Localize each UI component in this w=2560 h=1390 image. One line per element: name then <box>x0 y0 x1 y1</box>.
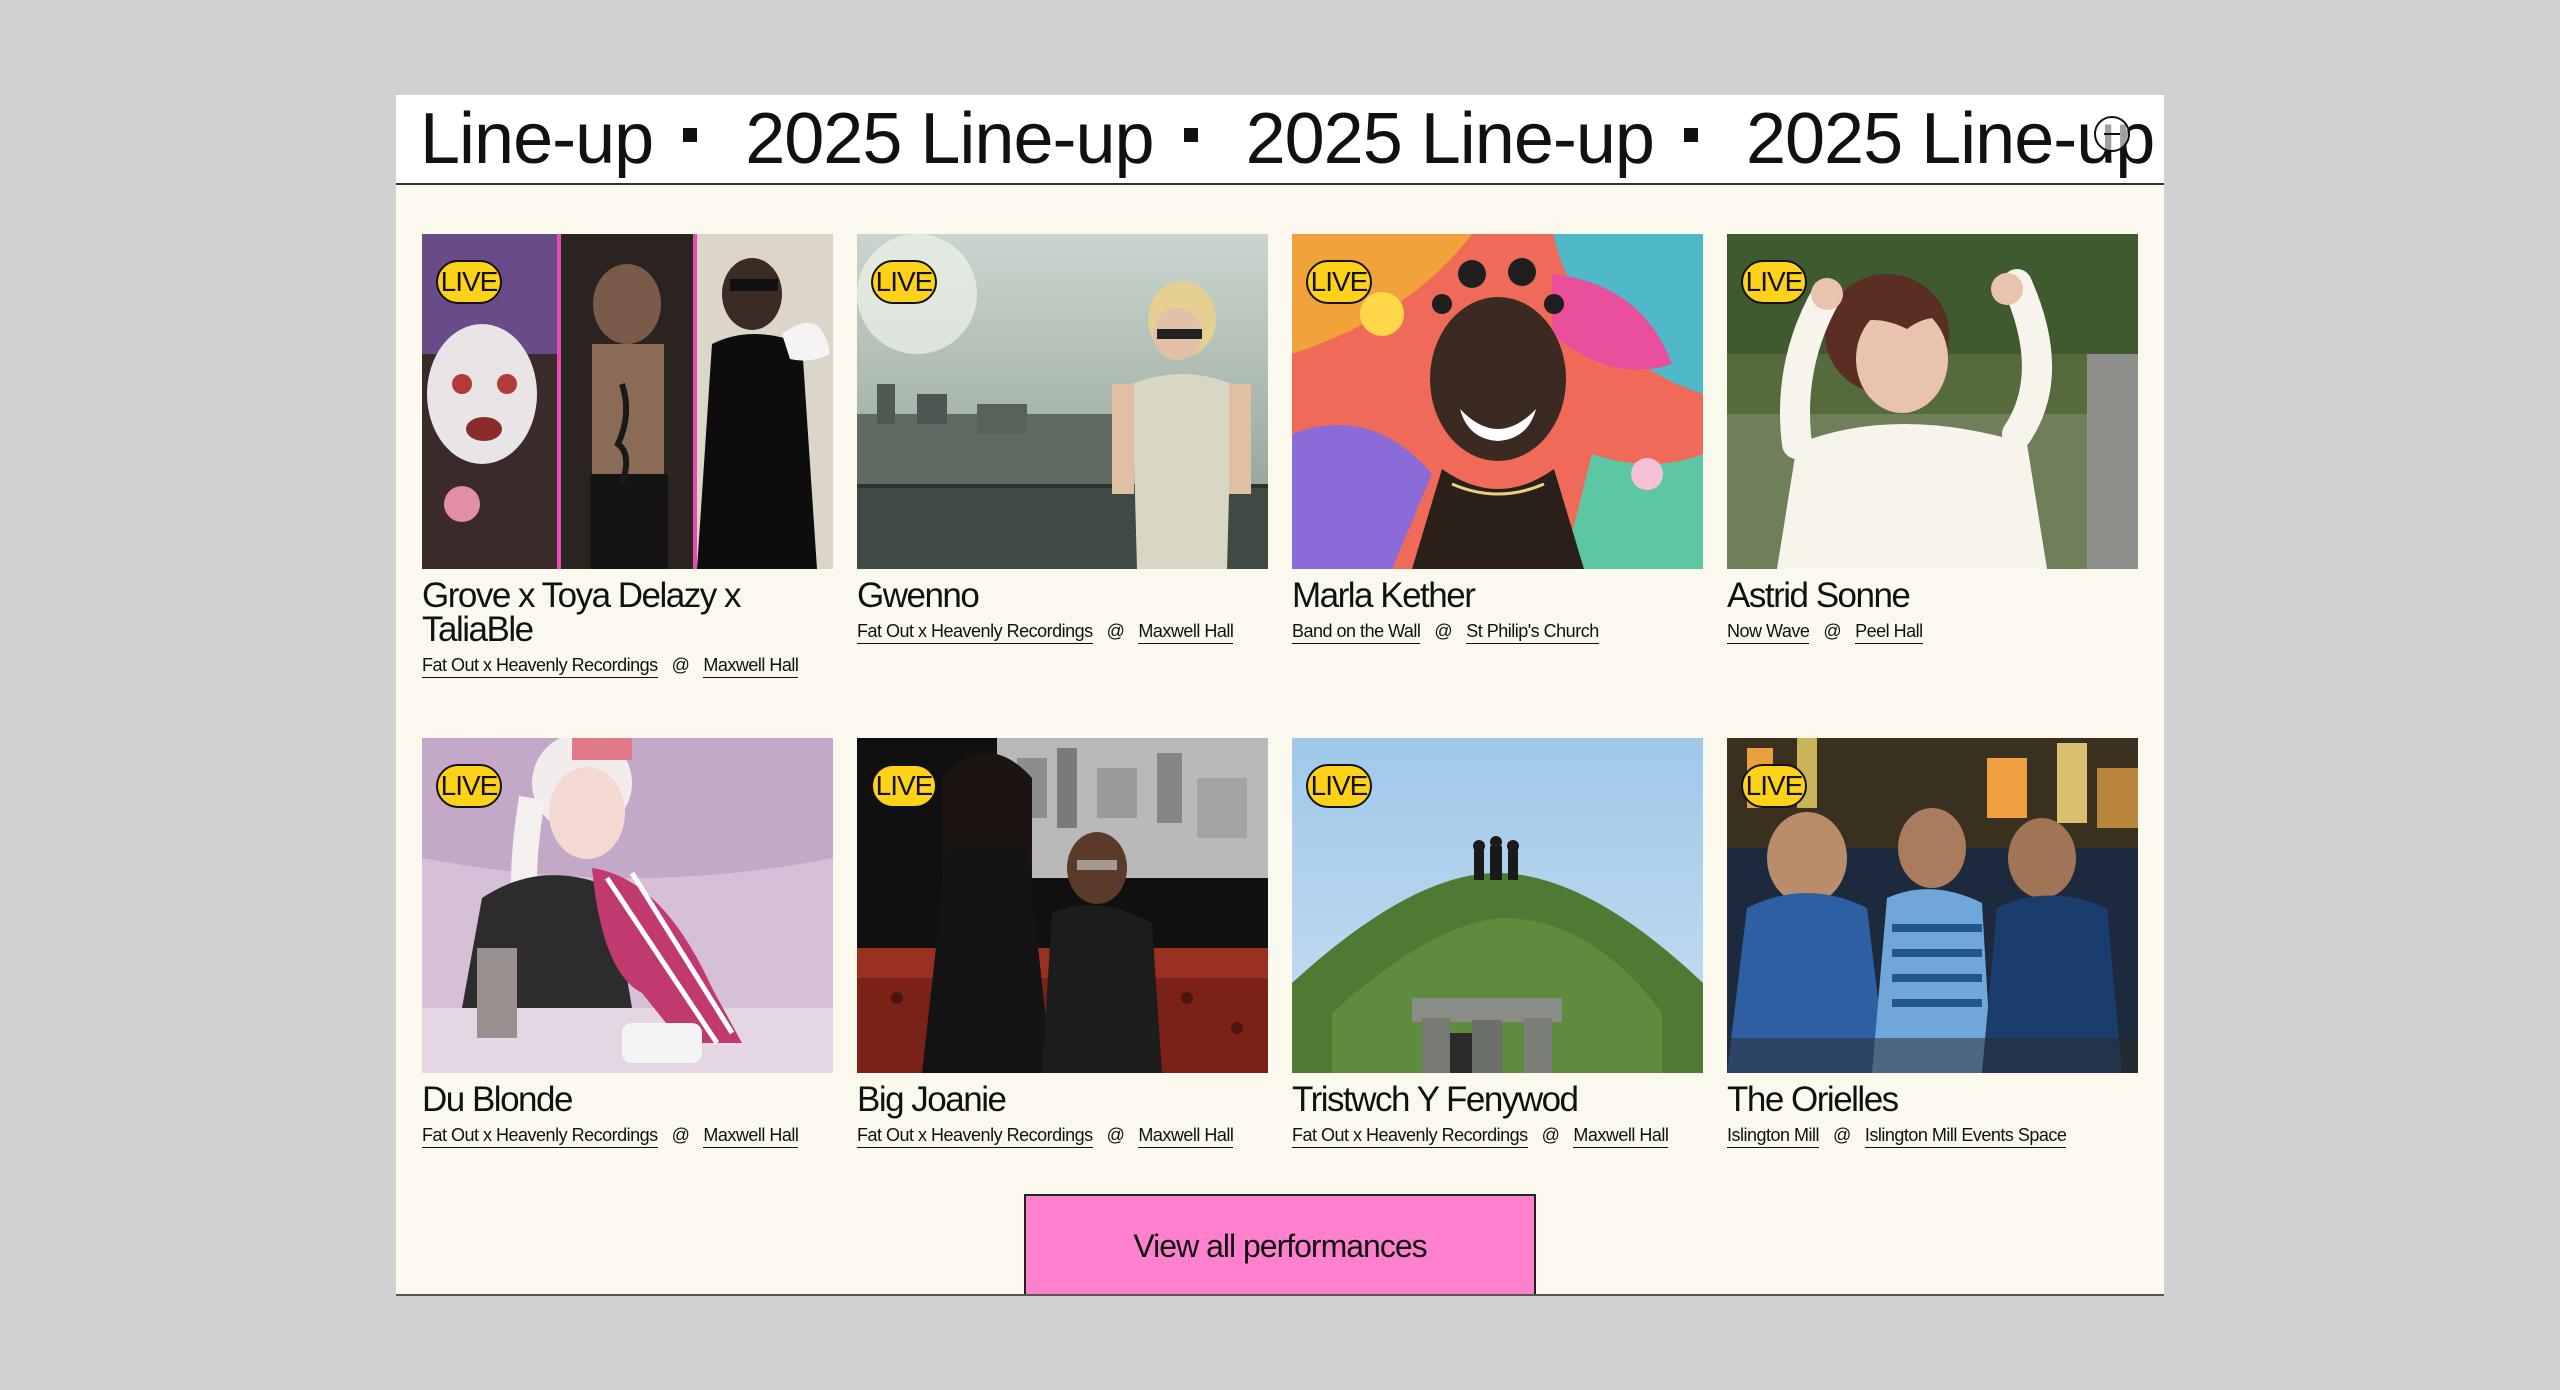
at-separator: @ <box>671 655 690 675</box>
performance-meta: Islington Mill @ Islington Mill Events Spa… <box>1727 1125 2138 1148</box>
artist-name[interactable]: Gwenno <box>857 578 1268 613</box>
artist-name[interactable]: The Orielles <box>1727 1082 2138 1117</box>
venue-link[interactable]: Maxwell Hall <box>703 655 799 678</box>
artist-name[interactable]: Big Joanie <box>857 1082 1268 1117</box>
minus-circle-icon[interactable] <box>2094 116 2130 152</box>
venue-link[interactable]: St Philip's Church <box>1466 621 1599 644</box>
artist-name[interactable]: Du Blonde <box>422 1082 833 1117</box>
promoter-link[interactable]: Islington Mill <box>1727 1125 1820 1148</box>
at-separator: @ <box>1106 621 1125 641</box>
performance-card[interactable]: LIVE Gwenno Fat Out x Heavenly Recording… <box>857 234 1268 644</box>
artist-photo[interactable]: LIVE <box>422 234 833 569</box>
performance-meta: Fat Out x Heavenly Recordings @ Maxwell Ha… <box>422 655 833 678</box>
performance-card[interactable]: LIVE Astrid Sonne Now Wave @ Peel Hall <box>1727 234 2138 644</box>
live-badge: LIVE <box>871 764 937 808</box>
at-separator: @ <box>1541 1125 1560 1145</box>
artist-name[interactable]: Astrid Sonne <box>1727 578 2138 613</box>
performance-card[interactable]: LIVE Big Joanie Fat Out x Heavenly Recor… <box>857 738 1268 1148</box>
live-badge: LIVE <box>436 764 502 808</box>
ticker-text: Line-up <box>420 99 654 179</box>
promoter-link[interactable]: Band on the Wall <box>1292 621 1421 644</box>
performance-card[interactable]: LIVE Tristwch Y Fenywod Fat Out x Heaven… <box>1292 738 1703 1148</box>
artist-name[interactable]: Grove x Toya Delazy x TaliaBle <box>422 578 833 647</box>
at-separator: @ <box>671 1125 690 1145</box>
performance-meta: Now Wave @ Peel Hall <box>1727 621 2138 644</box>
venue-link[interactable]: Maxwell Hall <box>703 1125 799 1148</box>
artist-photo[interactable]: LIVE <box>1292 234 1703 569</box>
live-badge: LIVE <box>436 260 502 304</box>
promoter-link[interactable]: Fat Out x Heavenly Recordings <box>422 655 658 678</box>
artist-photo[interactable]: LIVE <box>857 234 1268 569</box>
performance-meta: Fat Out x Heavenly Recordings @ Maxwell Ha… <box>422 1125 833 1148</box>
performance-card[interactable]: LIVE Du Blonde Fat Out x Heavenly Record… <box>422 738 833 1148</box>
square-bullet-icon <box>1683 128 1698 142</box>
at-separator: @ <box>1833 1125 1851 1145</box>
performance-meta: Fat Out x Heavenly Recordings @ Maxwell Ha… <box>857 1125 1268 1148</box>
view-all-performances-button[interactable]: View all performances <box>1024 1194 1536 1294</box>
artist-photo[interactable]: LIVE <box>422 738 833 1073</box>
lineup-ticker: Line-up 2025 Line-up 2025 Line-up 2025 L… <box>396 95 2164 185</box>
live-badge: LIVE <box>871 260 937 304</box>
promoter-link[interactable]: Now Wave <box>1727 621 1810 644</box>
artist-photo[interactable]: LIVE <box>1727 234 2138 569</box>
performance-meta: Fat Out x Heavenly Recordings @ Maxwell Ha… <box>1292 1125 1703 1148</box>
at-separator: @ <box>1434 621 1453 641</box>
live-badge: LIVE <box>1306 260 1372 304</box>
performance-meta: Band on the Wall @ St Philip's Church <box>1292 621 1703 644</box>
promoter-link[interactable]: Fat Out x Heavenly Recordings <box>422 1125 658 1148</box>
ticker-text: 2025 Line-up <box>1245 99 1655 179</box>
artist-name[interactable]: Marla Kether <box>1292 578 1703 613</box>
promoter-link[interactable]: Fat Out x Heavenly Recordings <box>857 621 1093 644</box>
lineup-panel: Line-up 2025 Line-up 2025 Line-up 2025 L… <box>396 95 2164 1296</box>
ticker-text: 2025 Line-up <box>745 99 1154 179</box>
performance-card[interactable]: LIVE The Orielles Islington Mill @ Islingt… <box>1727 738 2138 1148</box>
performance-meta: Fat Out x Heavenly Recordings @ Maxwell Ha… <box>857 621 1268 644</box>
artist-photo[interactable]: LIVE <box>857 738 1268 1073</box>
venue-link[interactable]: Maxwell Hall <box>1573 1125 1669 1148</box>
venue-link[interactable]: Maxwell Hall <box>1138 1125 1234 1148</box>
performance-card[interactable]: LIVE Marla Kether Band on the Wall @ St Ph… <box>1292 234 1703 644</box>
live-badge: LIVE <box>1741 260 1807 304</box>
artist-name[interactable]: Tristwch Y Fenywod <box>1292 1082 1703 1117</box>
venue-link[interactable]: Peel Hall <box>1855 621 1923 644</box>
performance-card[interactable]: LIVE Grove x Toya Delazy x TaliaBle Fat … <box>422 234 833 678</box>
artist-photo[interactable]: LIVE <box>1727 738 2138 1073</box>
promoter-link[interactable]: Fat Out x Heavenly Recordings <box>857 1125 1093 1148</box>
venue-link[interactable]: Islington Mill Events Space <box>1864 1125 2067 1148</box>
at-separator: @ <box>1106 1125 1125 1145</box>
ticker-text: 2025 Line-up <box>1745 99 2155 179</box>
live-badge: LIVE <box>1741 764 1807 808</box>
live-badge: LIVE <box>1306 764 1372 808</box>
at-separator: @ <box>1823 621 1842 641</box>
square-bullet-icon <box>683 128 698 142</box>
venue-link[interactable]: Maxwell Hall <box>1138 621 1234 644</box>
artist-photo[interactable]: LIVE <box>1292 738 1703 1073</box>
square-bullet-icon <box>1183 128 1198 142</box>
promoter-link[interactable]: Fat Out x Heavenly Recordings <box>1292 1125 1528 1148</box>
